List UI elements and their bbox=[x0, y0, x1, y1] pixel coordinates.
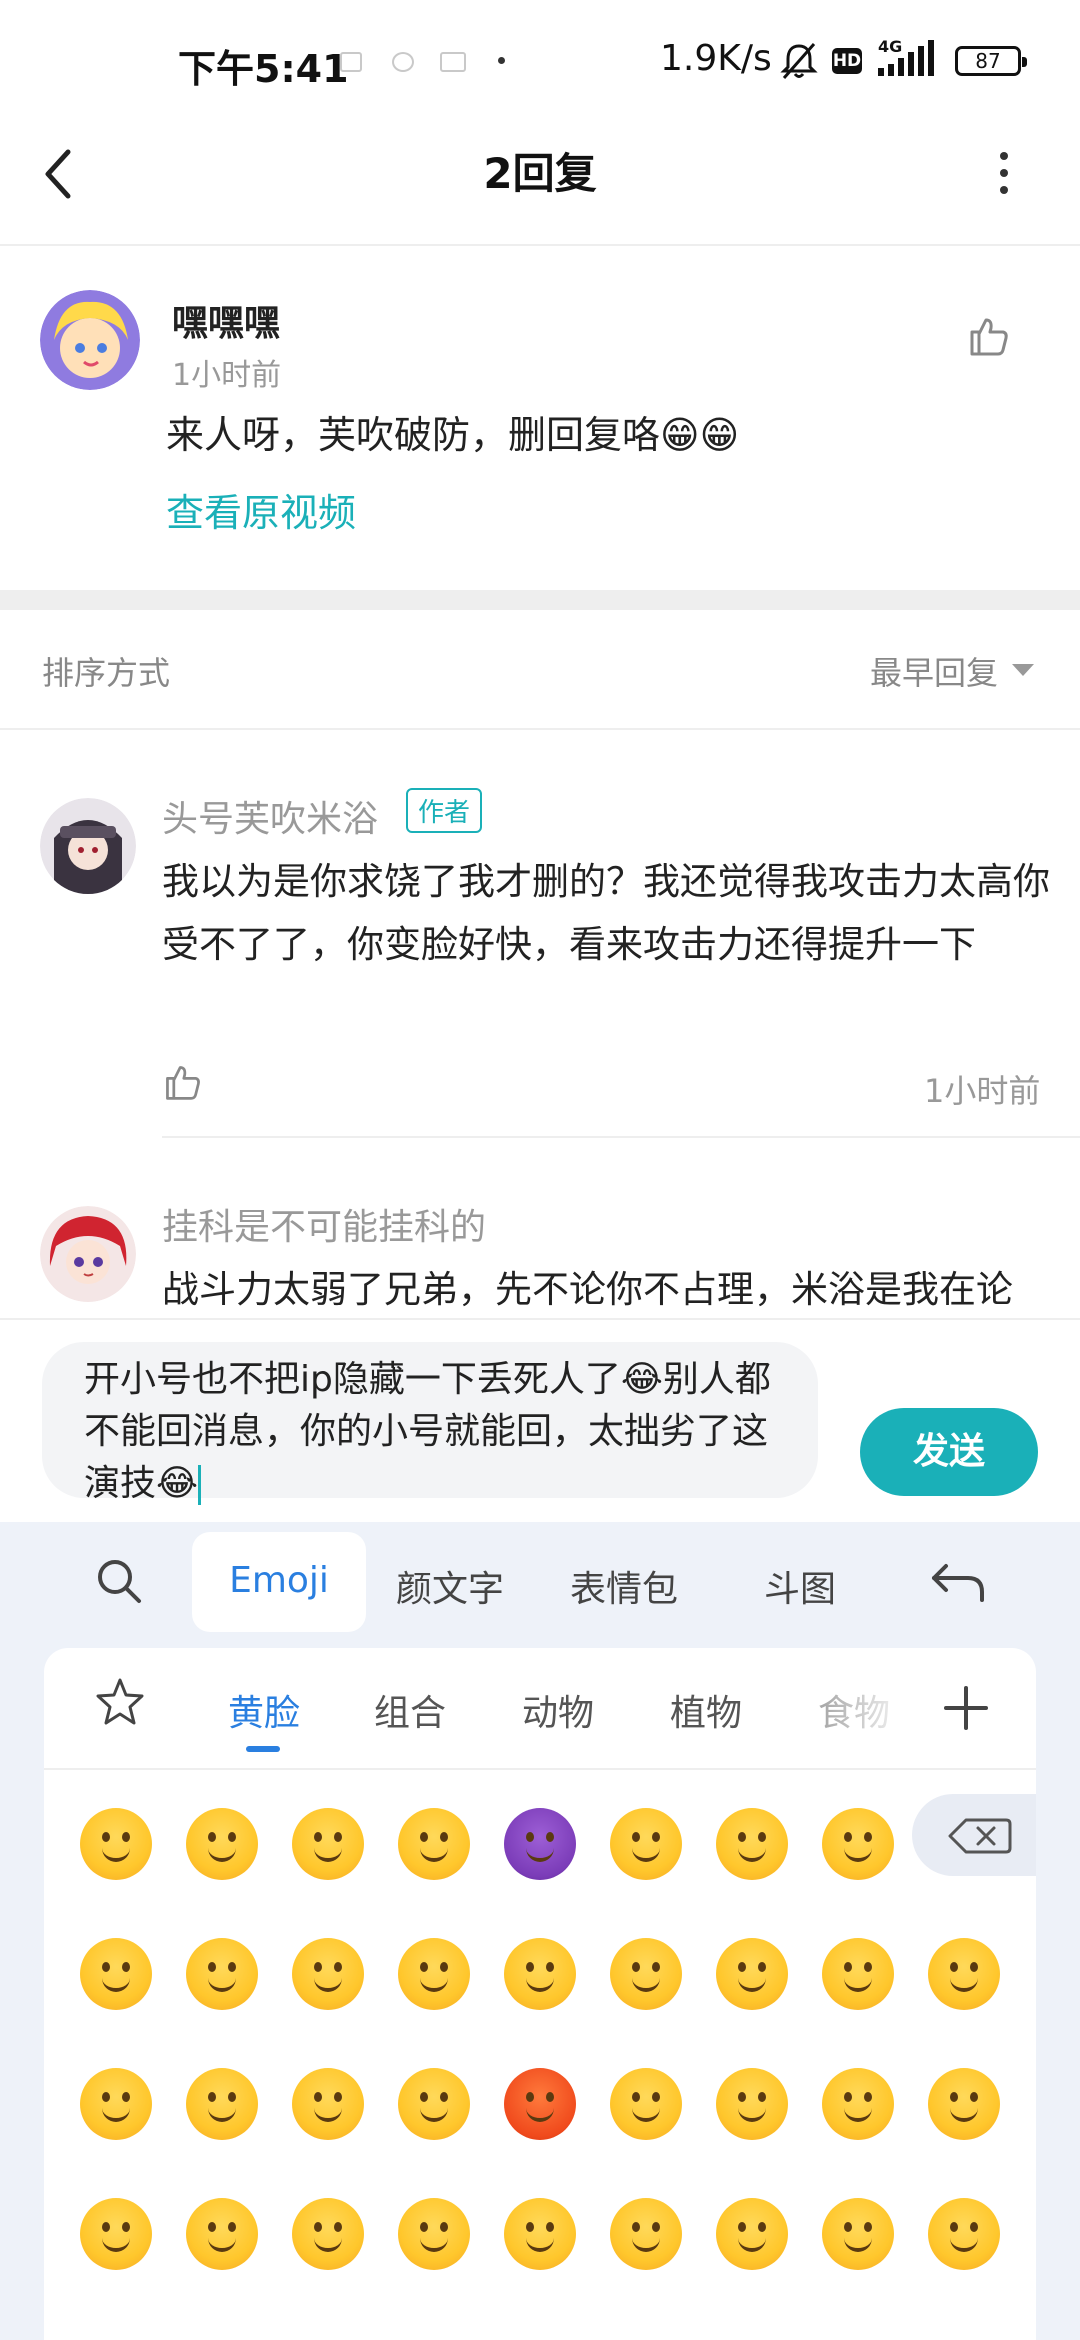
notification-icon bbox=[392, 52, 414, 72]
emoji-stuck-out-tongue-closed[interactable] bbox=[186, 2068, 258, 2140]
battery-level: 87 bbox=[975, 49, 1001, 73]
avatar[interactable] bbox=[40, 1206, 136, 1302]
network-speed: 1.9K/s bbox=[660, 38, 772, 79]
emoji-astonished[interactable] bbox=[504, 2198, 576, 2270]
svg-text:4G: 4G bbox=[878, 38, 902, 56]
avatar[interactable] bbox=[40, 290, 140, 390]
status-bar: 下午5:41 1.9K/s HD 4G 87 bbox=[0, 0, 1080, 120]
reply-input-bar: 开小号也不把ip隐藏一下丢死人了😂别人都不能回消息，你的小号就能回，太拙劣了这演… bbox=[0, 1318, 1080, 1524]
caret-down-icon[interactable] bbox=[1012, 664, 1034, 676]
comment-input-text: 开小号也不把ip隐藏一下丢死人了😂别人都不能回消息，你的小号就能回，太拙劣了这演… bbox=[84, 1359, 771, 1504]
emoji-sleepy[interactable] bbox=[80, 2198, 152, 2270]
backspace-icon[interactable] bbox=[948, 1816, 1012, 1860]
status-time: 下午5:41 bbox=[178, 47, 349, 91]
notification-icon bbox=[440, 52, 466, 72]
search-icon[interactable] bbox=[94, 1556, 144, 1610]
sort-row: 排序方式 最早回复 bbox=[0, 610, 1080, 730]
emoji-cry[interactable] bbox=[610, 2068, 682, 2140]
reply-username[interactable]: 头号芙吹米浴 bbox=[162, 790, 378, 842]
emoji-panel: 黄脸 组合 动物 植物 食物 bbox=[44, 1648, 1036, 2340]
tab-meme[interactable]: 斗图 bbox=[764, 1560, 836, 1612]
emoji-grinning[interactable] bbox=[80, 1808, 152, 1880]
tab-kaomoji[interactable]: 颜文字 bbox=[396, 1560, 504, 1612]
emoji-cold-sweat[interactable] bbox=[292, 2198, 364, 2270]
emoji-unamused[interactable] bbox=[398, 1938, 470, 2010]
reply-username[interactable]: 挂科是不可能挂科的 bbox=[162, 1198, 486, 1250]
emoji-grid bbox=[44, 1648, 1036, 2340]
original-comment: 嘿嘿嘿 1小时前 来人呀，芙吹破防，删回复咯😁😁 查看原视频 bbox=[0, 246, 1080, 590]
like-icon[interactable] bbox=[162, 1062, 202, 1106]
battery-icon: 87 bbox=[955, 46, 1027, 76]
tab-emoji[interactable]: Emoji bbox=[192, 1560, 366, 1601]
reply-text: 战斗力太弱了兄弟，先不论你不占理，米浴是我在论 bbox=[162, 1268, 1013, 1311]
emoji-blush[interactable] bbox=[716, 1808, 788, 1880]
emoji-kissing-heart[interactable] bbox=[822, 1938, 894, 2010]
emoji-imp[interactable] bbox=[504, 1808, 576, 1880]
emoji-smiley[interactable] bbox=[292, 1808, 364, 1880]
notification-dot bbox=[498, 57, 505, 64]
emoji-relaxed[interactable] bbox=[822, 1808, 894, 1880]
emoji-scream[interactable] bbox=[398, 2198, 470, 2270]
emoji-confounded[interactable] bbox=[716, 1938, 788, 2010]
like-icon[interactable] bbox=[966, 314, 1010, 362]
emoji-disappointed[interactable] bbox=[292, 2068, 364, 2140]
emoji-persevere[interactable] bbox=[716, 2068, 788, 2140]
emoji-flushed[interactable] bbox=[610, 2198, 682, 2270]
view-original-video-link[interactable]: 查看原视频 bbox=[166, 482, 356, 537]
emoji-smirk[interactable] bbox=[292, 1938, 364, 2010]
more-options-icon[interactable] bbox=[1000, 152, 1010, 203]
emoji-sweat[interactable] bbox=[504, 1938, 576, 2010]
text-cursor bbox=[198, 1465, 202, 1505]
emoji-angry[interactable] bbox=[398, 2068, 470, 2140]
delete-key[interactable] bbox=[912, 1794, 1036, 1876]
tab-stickers[interactable]: 表情包 bbox=[570, 1560, 678, 1612]
top-nav-bar: 2回复 bbox=[0, 120, 1080, 246]
sort-dropdown[interactable]: 最早回复 bbox=[870, 648, 998, 694]
section-divider bbox=[0, 590, 1080, 610]
emoji-disappointed-relieved[interactable] bbox=[822, 2068, 894, 2140]
sort-label: 排序方式 bbox=[42, 654, 171, 692]
hd-icon: HD bbox=[832, 48, 862, 74]
return-icon[interactable] bbox=[928, 1560, 988, 1608]
emoji-upside-down[interactable] bbox=[822, 2198, 894, 2270]
signal-icon: 4G bbox=[876, 37, 942, 82]
divider bbox=[162, 1136, 1080, 1138]
reply-time: 1小时前 bbox=[924, 1072, 1041, 1110]
comment-text: 来人呀，芙吹破防，删回复咯😁😁 bbox=[166, 413, 740, 457]
emoji-stuck-out-tongue-winking[interactable] bbox=[80, 2068, 152, 2140]
emoji-heart-eyes[interactable] bbox=[186, 1938, 258, 2010]
page-title: 2回复 bbox=[483, 149, 597, 198]
avatar[interactable] bbox=[40, 798, 136, 894]
emoji-relieved[interactable] bbox=[80, 1938, 152, 2010]
comment-input[interactable]: 开小号也不把ip隐藏一下丢死人了😂别人都不能回消息，你的小号就能回，太拙劣了这演… bbox=[42, 1342, 818, 1505]
emoji-wink[interactable] bbox=[610, 1808, 682, 1880]
comment-time: 1小时前 bbox=[172, 358, 282, 393]
emoji-rage[interactable] bbox=[504, 2068, 576, 2140]
reply-text: 我以为是你求饶了我才删的？我还觉得我攻击力太高你受不了了，你变脸好快，看来攻击力… bbox=[162, 860, 1050, 966]
emoji-joy[interactable] bbox=[186, 1808, 258, 1880]
emoji-yum[interactable] bbox=[928, 2198, 1000, 2270]
send-button[interactable]: 发送 bbox=[860, 1408, 1038, 1496]
emoji-sob[interactable] bbox=[186, 2198, 258, 2270]
mute-bell-icon bbox=[778, 40, 820, 86]
notification-icon bbox=[340, 52, 362, 72]
emoji-kissing-closed-eyes[interactable] bbox=[928, 1938, 1000, 2010]
emoji-fearful[interactable] bbox=[928, 2068, 1000, 2140]
emoji-mask[interactable] bbox=[716, 2198, 788, 2270]
username[interactable]: 嘿嘿嘿 bbox=[172, 294, 280, 346]
emoji-grin[interactable] bbox=[398, 1808, 470, 1880]
author-badge: 作者 bbox=[406, 788, 483, 833]
emoji-keyboard: Emoji 颜文字 表情包 斗图 黄脸 组合 动物 植物 食物 bbox=[0, 1522, 1080, 2340]
emoji-pensive[interactable] bbox=[610, 1938, 682, 2010]
